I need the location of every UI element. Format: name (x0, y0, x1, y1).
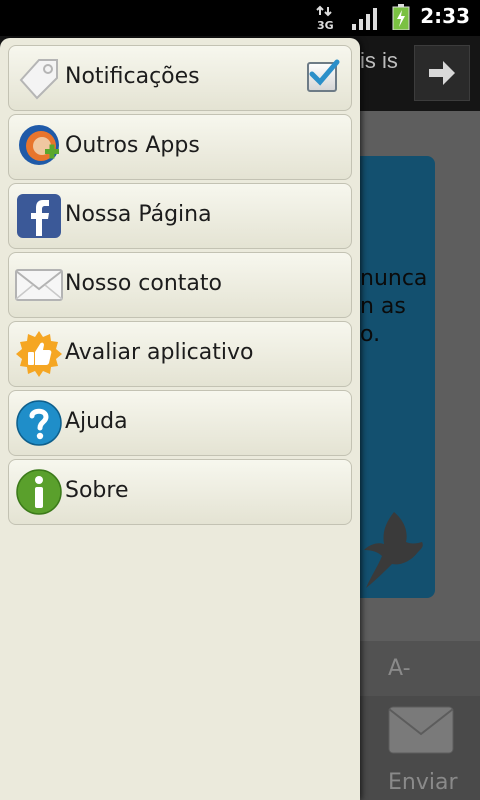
status-bar: 3G 2:33 (0, 0, 480, 36)
battery-charging-icon (392, 4, 410, 34)
menu-item-label: Nosso contato (65, 271, 222, 296)
app-title: is is (360, 48, 398, 73)
next-button[interactable] (414, 45, 470, 101)
envelope-send-icon[interactable] (388, 706, 454, 758)
menu-item-notificacoes[interactable]: Notificações (8, 45, 352, 111)
status-time: 2:33 (420, 4, 470, 28)
menu-item-label: Ajuda (65, 409, 128, 434)
menu-item-label: Notificações (65, 64, 200, 89)
menu-item-label: Nossa Página (65, 202, 212, 227)
menu-item-label: Avaliar aplicativo (65, 340, 254, 365)
menu-item-ajuda[interactable]: Ajuda (8, 390, 352, 456)
envelope-icon (15, 261, 63, 309)
tag-icon (15, 54, 63, 102)
facebook-icon (15, 192, 63, 240)
menu-item-avaliar-aplicativo[interactable]: Avaliar aplicativo (8, 321, 352, 387)
notifications-checkbox[interactable] (307, 59, 340, 92)
thumbs-up-icon (15, 330, 63, 378)
card-text-line: n as (360, 294, 406, 319)
menu-item-label: Sobre (65, 478, 129, 503)
menu-item-nosso-contato[interactable]: Nosso contato (8, 252, 352, 318)
card-text-line: o. (360, 322, 381, 347)
dove-icon (356, 508, 426, 596)
3g-icon: 3G (316, 5, 336, 35)
outros-apps-icon (15, 123, 63, 171)
menu-item-label: Outros Apps (65, 133, 200, 158)
help-icon (15, 399, 63, 447)
card-text-line: nunca (360, 266, 428, 291)
menu-item-sobre[interactable]: Sobre (8, 459, 352, 525)
arrow-right-icon (429, 61, 455, 85)
info-icon (15, 468, 63, 516)
checkmark-icon (309, 59, 340, 86)
svg-text:3G: 3G (317, 19, 334, 31)
menu-item-nossa-pagina[interactable]: Nossa Página (8, 183, 352, 249)
signal-icon (352, 8, 378, 34)
font-decrease-button[interactable]: A- (388, 656, 411, 681)
menu-item-outros-apps[interactable]: Outros Apps (8, 114, 352, 180)
send-button-label[interactable]: Enviar (388, 770, 458, 795)
